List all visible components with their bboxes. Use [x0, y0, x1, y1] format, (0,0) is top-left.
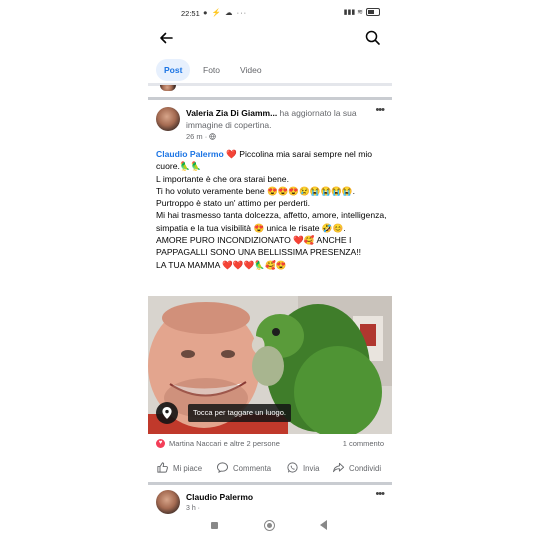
share-arrow-icon [332, 461, 345, 476]
nav-back-icon[interactable] [320, 520, 327, 530]
avatar[interactable] [156, 107, 180, 131]
post-divider-2 [148, 482, 392, 485]
tab-foto[interactable]: Foto [195, 59, 228, 81]
globe-icon [209, 132, 217, 141]
like-label: Mi piace [173, 463, 203, 473]
search-icon[interactable] [363, 28, 383, 48]
comment-label: Commenta [233, 463, 272, 473]
previous-post-avatar [160, 85, 176, 91]
more-options-icon[interactable]: ••• [375, 104, 385, 116]
heart-reaction-icon: ♥ [156, 439, 165, 448]
filter-tabs: Post Foto Video [148, 57, 392, 84]
tab-video[interactable]: Video [232, 59, 270, 81]
post-actions: Mi piace Commenta Invia Condividi [148, 458, 392, 478]
home-icon[interactable] [264, 520, 275, 531]
system-icons: ▮▮▮ ≋ [344, 8, 380, 16]
share-button[interactable]: Condividi [332, 458, 381, 478]
feed-top-strip [148, 84, 392, 86]
cover-photo[interactable]: Tocca per taggare un luogo. [148, 296, 392, 434]
whatsapp-icon [286, 461, 299, 476]
thumbs-up-icon [156, 461, 169, 476]
status-bar: 22:51 ● ⚡ ☁ ··· ▮▮▮ ≋ [148, 0, 392, 28]
status-time: 22:51 [181, 9, 200, 18]
next-post-meta: 3 h · [186, 505, 201, 512]
system-nav-bar [148, 514, 392, 540]
mentioned-user[interactable]: Claudio Palermo [156, 149, 224, 159]
author-name[interactable]: Valeria Zia Di Giamm... [186, 108, 277, 118]
next-post-author[interactable]: Claudio Palermo [186, 492, 253, 502]
comment-button[interactable]: Commenta [216, 458, 271, 478]
post-header: Valeria Zia Di Giamm... ha aggiornato la… [186, 107, 364, 131]
send-label: Invia [303, 463, 320, 473]
next-post-avatar[interactable] [156, 490, 180, 514]
post-meta: 26 m · [186, 132, 217, 141]
back-arrow-icon[interactable] [156, 28, 176, 48]
share-label: Condividi [349, 463, 382, 473]
battery-icon [366, 8, 380, 16]
reactions-text: Martina Naccari e altre 2 persone [169, 439, 280, 448]
signal-wifi-icon: ▮▮▮ ≋ [343, 9, 363, 16]
location-pin-icon[interactable] [156, 402, 178, 424]
notification-icons: ● ⚡ ☁ ··· [203, 8, 248, 17]
send-button[interactable]: Invia [286, 458, 319, 478]
post-text: ❤️ Piccolina mia sarai sempre nel mio cu… [156, 149, 387, 270]
post-divider [148, 97, 392, 100]
tab-post[interactable]: Post [156, 59, 191, 81]
tag-location-tooltip[interactable]: Tocca per taggare un luogo. [188, 404, 291, 422]
post-time: 26 m · [186, 132, 210, 141]
comments-count[interactable]: 1 commento [343, 439, 384, 448]
comment-bubble-icon [216, 461, 229, 476]
reactions-summary[interactable]: ♥ Martina Naccari e altre 2 persone [156, 439, 280, 448]
recent-apps-icon[interactable] [211, 522, 218, 529]
like-button[interactable]: Mi piace [156, 458, 202, 478]
phone-screen: 22:51 ● ⚡ ☁ ··· ▮▮▮ ≋ Post Foto Video Va… [148, 0, 392, 540]
next-post-more-icon[interactable]: ••• [375, 488, 385, 500]
post-body: Claudio Palermo ❤️ Piccolina mia sarai s… [156, 148, 388, 271]
